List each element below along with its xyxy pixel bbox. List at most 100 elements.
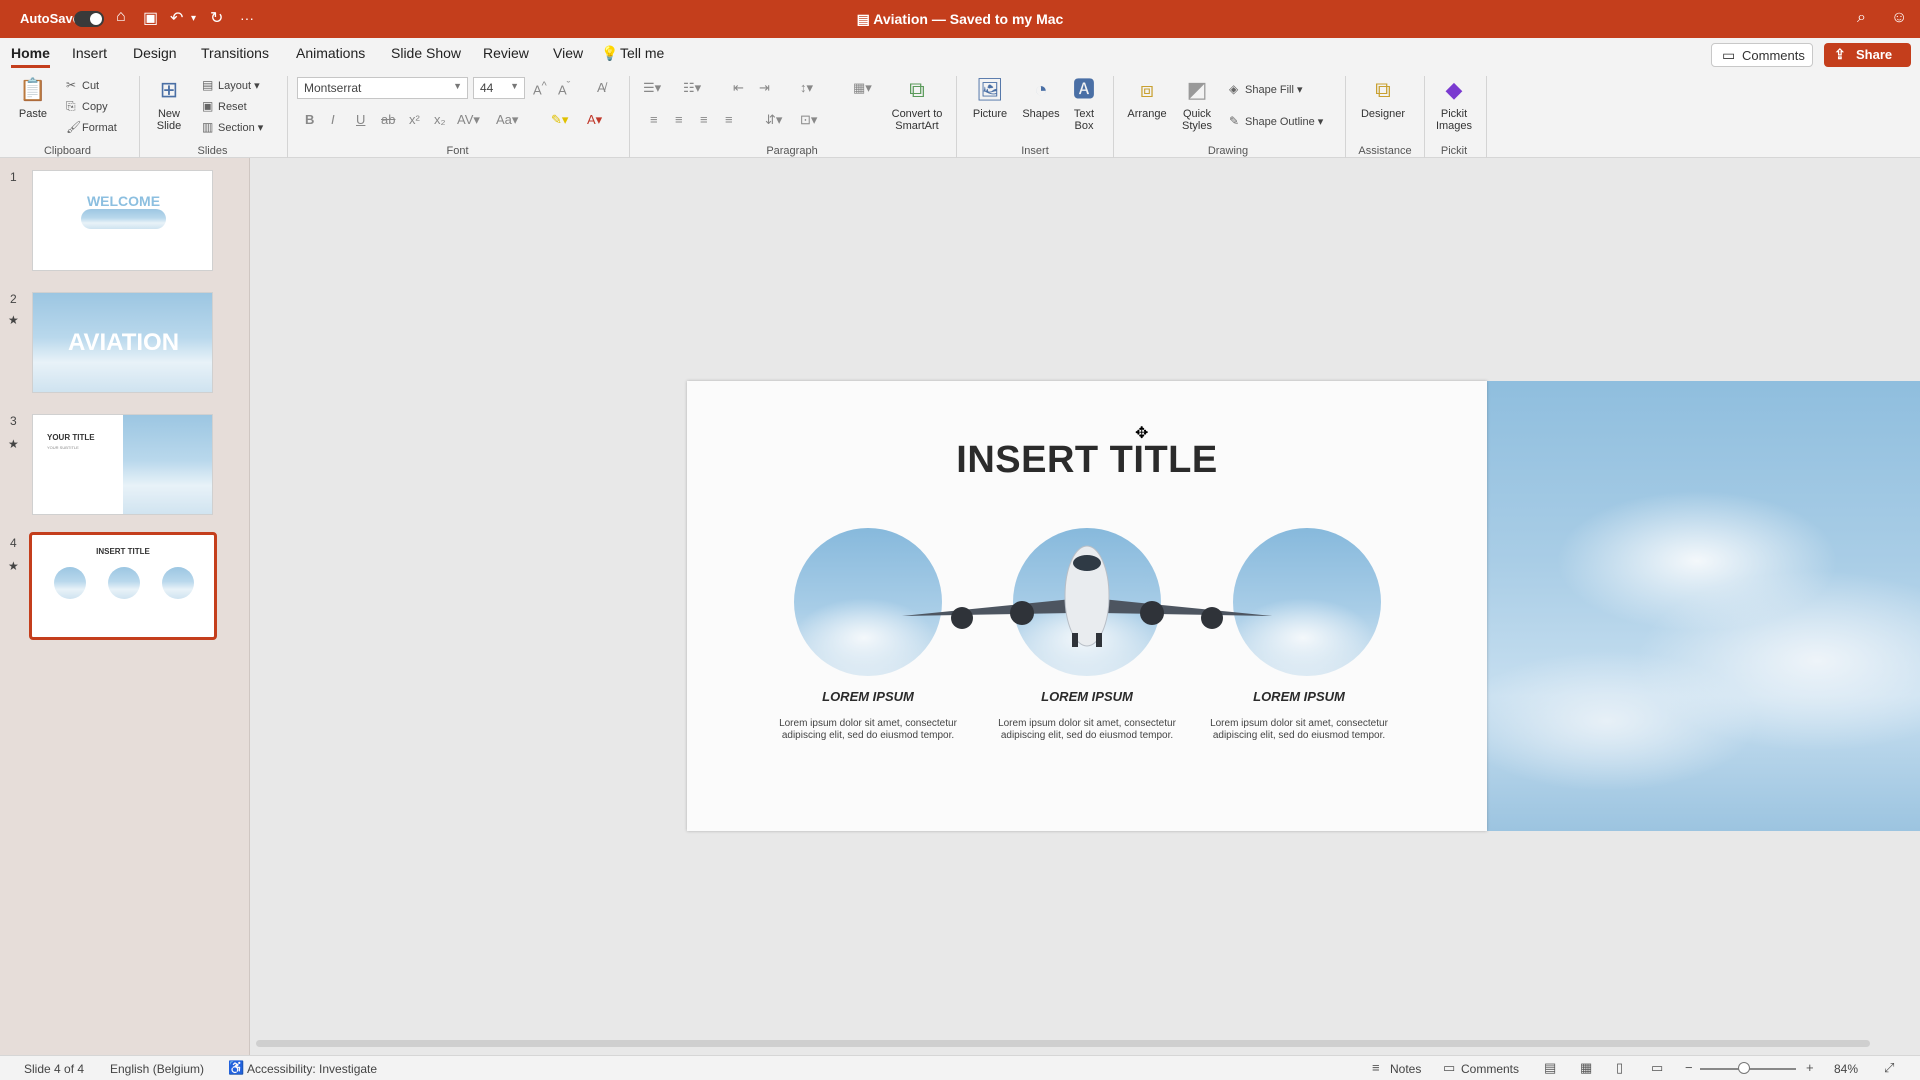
ribbon-tabs: Home Insert Design Transitions Animation… [0,38,1920,68]
subscript-icon[interactable]: x₂ [434,112,446,127]
cut-button[interactable]: ✂ Cut [66,78,99,92]
thumbnail-subtitle: YOUR SUBTITLE [47,445,79,450]
reading-view-icon[interactable]: ▯ [1616,1060,1623,1076]
column-body-text[interactable]: Lorem ipsum dolor sit amet, consectetur … [1209,718,1389,742]
tab-review[interactable]: Review [483,45,529,61]
horizontal-scrollbar[interactable] [256,1040,1870,1047]
tab-insert[interactable]: Insert [72,45,107,61]
column-heading[interactable]: LOREM IPSUM [778,689,958,704]
copy-button[interactable]: ⎘ Copy [66,99,108,114]
slide-show-icon[interactable]: ▭ [1651,1060,1663,1076]
divider [956,76,957,158]
align-center-icon[interactable]: ≡ [675,112,683,127]
column-heading[interactable]: LOREM IPSUM [997,689,1177,704]
airplane-image[interactable] [892,521,1282,651]
fit-to-window-icon[interactable]: ⤢ [1884,1060,1894,1076]
section-icon: ▥ [202,120,214,134]
change-case-icon[interactable]: Aa▾ [496,112,518,128]
insert-group-label: Insert [1021,145,1049,157]
title-bar: AutoSave ⌂ ▣ ↶ ▾ ↻ ··· ▤ Aviation — Save… [0,0,1920,38]
underline-icon[interactable]: U [356,112,365,127]
comment-icon: ▭ [1443,1060,1456,1075]
zoom-level[interactable]: 84% [1834,1062,1858,1076]
character-spacing-icon[interactable]: AV▾ [457,112,480,128]
justify-icon[interactable]: ≡ [725,112,733,127]
format-painter-button[interactable]: 🖌Format [66,120,117,134]
reset-button[interactable]: ▣ Reset [202,99,247,113]
section-button[interactable]: ▥ Section ▾ [202,120,263,134]
designer-button[interactable]: ⧉ Designer [1355,76,1411,120]
search-icon[interactable]: ⌕ [1857,9,1866,27]
layout-button[interactable]: ▤ Layout ▾ [202,78,260,92]
account-icon[interactable]: ☺ [1891,9,1907,27]
arrange-button[interactable]: ⧈ Arrange [1122,76,1172,120]
document-title[interactable]: ▤ Aviation — Saved to my Mac [0,11,1920,28]
zoom-out-icon[interactable]: − [1685,1060,1693,1075]
numbering-icon[interactable]: ☷▾ [683,80,701,96]
decrease-indent-icon[interactable]: ⇤ [733,80,744,96]
convert-to-smartart-button[interactable]: ⧉ Convert to SmartArt [885,76,949,132]
slide-overflow-sky-image[interactable] [1487,381,1920,831]
highlight-icon[interactable]: ✎▾ [551,112,568,128]
zoom-slider-thumb[interactable] [1738,1062,1750,1074]
bullets-icon[interactable]: ☰▾ [643,80,661,96]
comments-button[interactable]: ▭ Comments [1711,43,1813,67]
line-spacing-icon[interactable]: ↕▾ [800,80,813,96]
picture-button[interactable]: 🖼 Picture [966,76,1014,120]
tab-design[interactable]: Design [133,45,177,61]
italic-icon[interactable]: I [331,112,335,127]
bold-icon[interactable]: B [305,112,314,127]
slide-thumbnail-2[interactable]: AVIATION [32,292,213,393]
zoom-in-icon[interactable]: + [1806,1060,1814,1075]
tab-home[interactable]: Home [11,45,50,68]
drawing-group-label: Drawing [1207,145,1249,157]
clear-formatting-icon[interactable]: A̸ [597,80,606,95]
font-color-icon[interactable]: A▾ [587,112,602,128]
shapes-button[interactable]: ◔ Shapes [1017,76,1065,120]
current-slide[interactable]: INSERT TITLE LOREM IPSUM Lorem ipsum dol… [687,381,1487,831]
new-slide-label-2: Slide [156,120,182,132]
font-size-select[interactable]: 44 ▼ [473,77,525,99]
columns-icon[interactable]: ▦▾ [853,80,872,96]
quick-styles-icon: ◩ [1186,77,1208,102]
align-text-icon[interactable]: ⊡▾ [800,112,817,128]
new-slide-button[interactable]: ⊞ New Slide [148,76,190,132]
column-body-text[interactable]: Lorem ipsum dolor sit amet, consectetur … [997,718,1177,742]
shape-outline-button[interactable]: ✎ Shape Outline ▾ [1229,114,1323,128]
tab-tell-me[interactable]: Tell me [620,45,664,61]
accessibility-status[interactable]: Accessibility: Investigate [247,1062,377,1076]
tab-view[interactable]: View [553,45,583,61]
notes-button[interactable]: Notes [1390,1062,1421,1076]
slide-title[interactable]: INSERT TITLE [687,439,1487,482]
slide-thumbnail-1[interactable]: WELCOME [32,170,213,271]
text-box-button[interactable]: 🅰 Text Box [1064,76,1104,132]
increase-font-icon[interactable]: A^ [533,80,547,97]
share-button[interactable]: ⇪ Share [1824,43,1911,67]
comments-status-button[interactable]: Comments [1461,1062,1519,1076]
layout-label: Layout [218,80,252,92]
strikethrough-icon[interactable]: ab [381,112,395,127]
column-body-text[interactable]: Lorem ipsum dolor sit amet, consectetur … [778,718,958,742]
column-heading[interactable]: LOREM IPSUM [1209,689,1389,704]
align-right-icon[interactable]: ≡ [700,112,708,127]
copy-label: Copy [82,101,108,113]
tab-transitions[interactable]: Transitions [201,45,269,61]
thumbnail-circle [108,567,140,599]
increase-indent-icon[interactable]: ⇥ [759,80,770,96]
slide-sorter-icon[interactable]: ▦ [1580,1060,1592,1076]
shape-fill-button[interactable]: ◈ Shape Fill ▾ [1229,82,1303,96]
decrease-font-icon[interactable]: Aˇ [558,80,570,97]
paste-button[interactable]: 📋 Paste [12,76,54,120]
slide-thumbnail-4[interactable]: INSERT TITLE [29,532,217,640]
align-left-icon[interactable]: ≡ [650,112,658,127]
normal-view-icon[interactable]: ▤ [1544,1060,1556,1076]
pickit-images-button[interactable]: ◆ Pickit Images [1430,76,1478,132]
slide-thumbnail-3[interactable]: YOUR TITLE YOUR SUBTITLE [32,414,213,515]
superscript-icon[interactable]: x² [409,112,420,127]
language-indicator[interactable]: English (Belgium) [110,1062,204,1076]
font-family-select[interactable]: Montserrat ▼ [297,77,468,99]
text-direction-icon[interactable]: ⇵▾ [765,112,782,128]
tab-slide-show[interactable]: Slide Show [391,45,461,61]
quick-styles-button[interactable]: ◩ Quick Styles [1174,76,1220,132]
tab-animations[interactable]: Animations [296,45,365,61]
